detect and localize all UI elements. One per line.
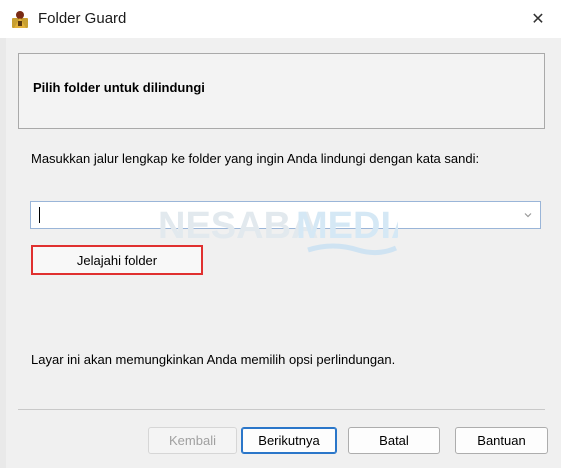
folder-guard-icon xyxy=(10,9,30,29)
browse-folder-button[interactable]: Jelajahi folder xyxy=(31,245,203,275)
next-button-label: Berikutnya xyxy=(258,433,320,448)
help-button[interactable]: Bantuan xyxy=(455,427,548,454)
window-title: Folder Guard xyxy=(38,10,127,27)
footer-divider xyxy=(18,409,545,410)
instruction-text: Masukkan jalur lengkap ke folder yang in… xyxy=(31,151,480,166)
header-panel: Pilih folder untuk dilindungi xyxy=(18,53,545,129)
browse-folder-label: Jelajahi folder xyxy=(76,252,158,268)
back-button-label: Kembali xyxy=(169,433,216,448)
folder-guard-dialog: Folder Guard ✕ Pilih folder untuk dilind… xyxy=(0,0,561,468)
left-edge xyxy=(0,38,6,468)
back-button[interactable]: Kembali xyxy=(148,427,237,454)
text-caret xyxy=(39,207,40,223)
close-icon: ✕ xyxy=(531,11,545,28)
close-button[interactable]: ✕ xyxy=(515,0,561,38)
page-title: Pilih folder untuk dilindungi xyxy=(33,80,205,95)
cancel-button[interactable]: Batal xyxy=(348,427,440,454)
help-button-label: Bantuan xyxy=(477,433,526,448)
cancel-button-label: Batal xyxy=(379,433,409,448)
title-bar: Folder Guard ✕ xyxy=(0,0,561,38)
info-text: Layar ini akan memungkinkan Anda memilih… xyxy=(31,352,396,367)
folder-path-combobox[interactable] xyxy=(30,201,541,229)
chevron-down-icon[interactable] xyxy=(522,208,534,220)
next-button[interactable]: Berikutnya xyxy=(241,427,337,454)
